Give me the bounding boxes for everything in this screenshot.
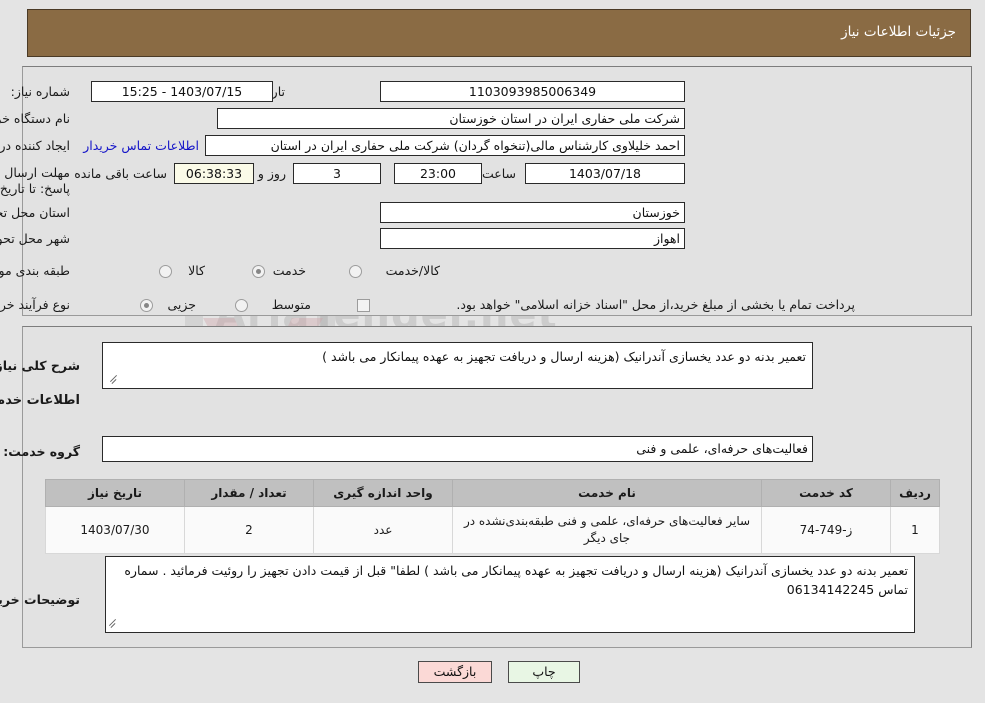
buyer-notes-label: توضیحات خریدار: [0,592,80,607]
page-title: جزئیات اطلاعات نیاز [841,24,956,40]
col-unit: واحد اندازه گیری [313,479,453,507]
category-option-1-label: خدمت [272,263,306,278]
col-service-name: نام خدمت [452,479,762,507]
category-option-2-label: کالا/خدمت [385,263,440,278]
need-number-value: 1103093985006349 [380,81,685,102]
page-header: جزئیات اطلاعات نیاز [27,9,971,57]
announce-datetime-value: 1403/07/15 - 15:25 [91,81,273,102]
buyer-org-label: نام دستگاه خریدار: [0,111,70,126]
cell-unit: عدد [313,506,453,554]
islamic-treasury-label: پرداخت تمام یا بخشی از مبلغ خرید،از محل … [456,297,855,312]
back-button[interactable]: بازگشت [418,661,492,683]
services-table: ردیف کد خدمت نام خدمت واحد اندازه گیری ت… [45,479,940,554]
day-and-label: روز و [257,166,286,181]
hour-label: ساعت [481,166,516,181]
radio-process-jozi[interactable] [140,299,153,312]
deadline-time-value: 23:00 [394,163,482,184]
cell-service-code: ز-749-74 [761,506,891,554]
services-info-heading: اطلاعات خدمات مورد نیاز [0,393,80,408]
need-description-textarea[interactable]: تعمیر بدنه دو عدد یخسازی آندرانیک (هزینه… [102,342,813,389]
requester-value: احمد خلیلاوی کارشناس مالی(تنخواه گردان) … [205,135,685,156]
radio-category-kala-khedmat[interactable] [349,265,362,278]
cell-quantity: 2 [184,506,314,554]
col-row-no: ردیف [890,479,940,507]
delivery-province-label: استان محل تحویل: [0,205,70,220]
process-label: نوع فرآیند خرید : [0,297,70,312]
checkbox-islamic-treasury[interactable] [357,299,370,312]
cell-row-no: 1 [890,506,940,554]
service-group-label: گروه خدمت: [3,444,80,459]
category-label: طبقه بندی موضوعی: [0,263,70,278]
radio-process-motavaset[interactable] [235,299,248,312]
radio-category-kala[interactable] [159,265,172,278]
need-description-resize-handle[interactable] [108,376,118,386]
need-number-label: شماره نیاز: [10,84,70,99]
requester-label: ایجاد کننده درخواست: [0,138,70,153]
radio-category-khedmat[interactable] [252,265,265,278]
table-row: 1 ز-749-74 سایر فعالیت‌های حرفه‌ای، علمی… [45,506,940,554]
remaining-hours-label: ساعت باقی مانده [74,166,167,181]
service-group-value: فعالیت‌های حرفه‌ای، علمی و فنی [102,436,813,462]
process-option-1-label: متوسط [271,297,311,312]
need-description-label: شرح کلی نیاز: [0,358,80,373]
col-need-date: تاریخ نیاز [45,479,185,507]
days-remaining-value: 3 [293,163,381,184]
cell-need-date: 1403/07/30 [45,506,185,554]
delivery-city-value: اهواز [380,228,685,249]
cell-service-name: سایر فعالیت‌های حرفه‌ای، علمی و فنی طبقه… [452,506,762,554]
buyer-notes-textarea[interactable]: تعمیر بدنه دو عدد یخسازی آندرانیک (هزینه… [105,556,915,633]
category-option-0-label: کالا [188,263,205,278]
deadline-label: مهلت ارسال پاسخ: تا تاریخ: [0,165,70,196]
need-summary-panel [22,66,972,316]
col-quantity: تعداد / مقدار [184,479,314,507]
print-button[interactable]: چاپ [508,661,580,683]
delivery-province-value: خوزستان [380,202,685,223]
deadline-date-value: 1403/07/18 [525,163,685,184]
table-header-row: ردیف کد خدمت نام خدمت واحد اندازه گیری ت… [45,479,940,507]
buyer-org-value: شرکت ملی حفاری ایران در استان خوزستان [217,108,685,129]
process-option-0-label: جزیی [167,297,196,312]
buyer-contact-link[interactable]: اطلاعات تماس خریدار [83,138,199,153]
delivery-city-label: شهر محل تحویل: [0,231,70,246]
buyer-notes-resize-handle[interactable] [107,620,117,630]
col-service-code: کد خدمت [761,479,891,507]
page-root: AriaTender.net AriaTender.net جزئیات اطل… [0,0,985,703]
countdown-timer: 06:38:33 [174,163,254,184]
